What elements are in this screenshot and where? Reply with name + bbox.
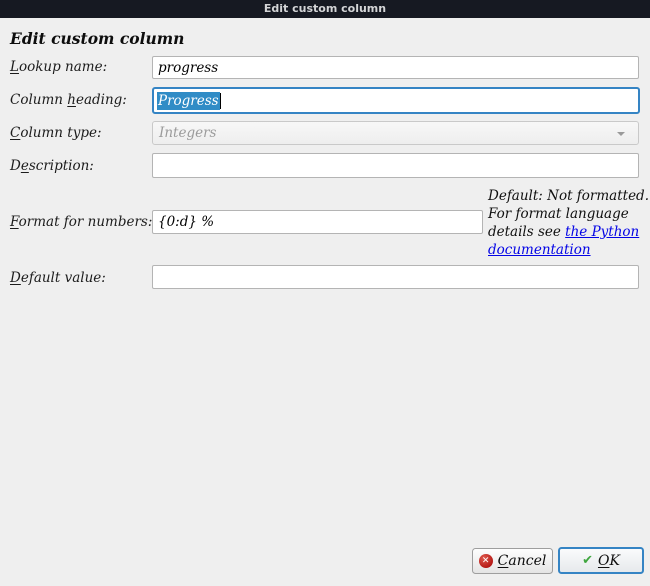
column-type-label: Column type:	[10, 125, 102, 141]
column-type-value: Integers	[159, 125, 217, 141]
edit-custom-column-dialog: Edit custom column Edit custom column Lo…	[0, 0, 650, 586]
dialog-heading: Edit custom column	[10, 29, 185, 48]
description-input[interactable]	[152, 153, 639, 178]
default-value-label: Default value:	[10, 270, 106, 286]
column-heading-label: Column heading:	[10, 92, 127, 108]
column-type-combobox: Integers	[152, 121, 639, 145]
cancel-x-icon: ✕	[478, 554, 493, 568]
default-value-input[interactable]	[152, 265, 639, 289]
window-title: Edit custom column	[263, 2, 387, 15]
column-heading-input[interactable]: Progress	[152, 87, 640, 114]
description-label: Description:	[10, 158, 94, 174]
ok-button-label: OK	[597, 552, 620, 569]
format-numbers-input[interactable]	[152, 210, 483, 234]
lookup-name-input[interactable]	[152, 56, 639, 79]
cancel-button-label: Cancel	[497, 553, 547, 569]
format-numbers-label: Format for numbers:	[10, 214, 153, 230]
ok-check-icon: ✔	[582, 553, 593, 568]
chevron-down-icon	[617, 132, 625, 136]
selected-text: Progress	[157, 91, 220, 110]
format-help-text: Default: Not formatted. For format langu…	[488, 188, 649, 258]
text-cursor	[219, 92, 221, 109]
lookup-name-label: Lookup name:	[10, 59, 108, 75]
ok-button[interactable]: ✔ OK	[558, 547, 644, 574]
cancel-button[interactable]: ✕ Cancel	[472, 548, 553, 574]
window-titlebar: Edit custom column	[0, 0, 650, 18]
